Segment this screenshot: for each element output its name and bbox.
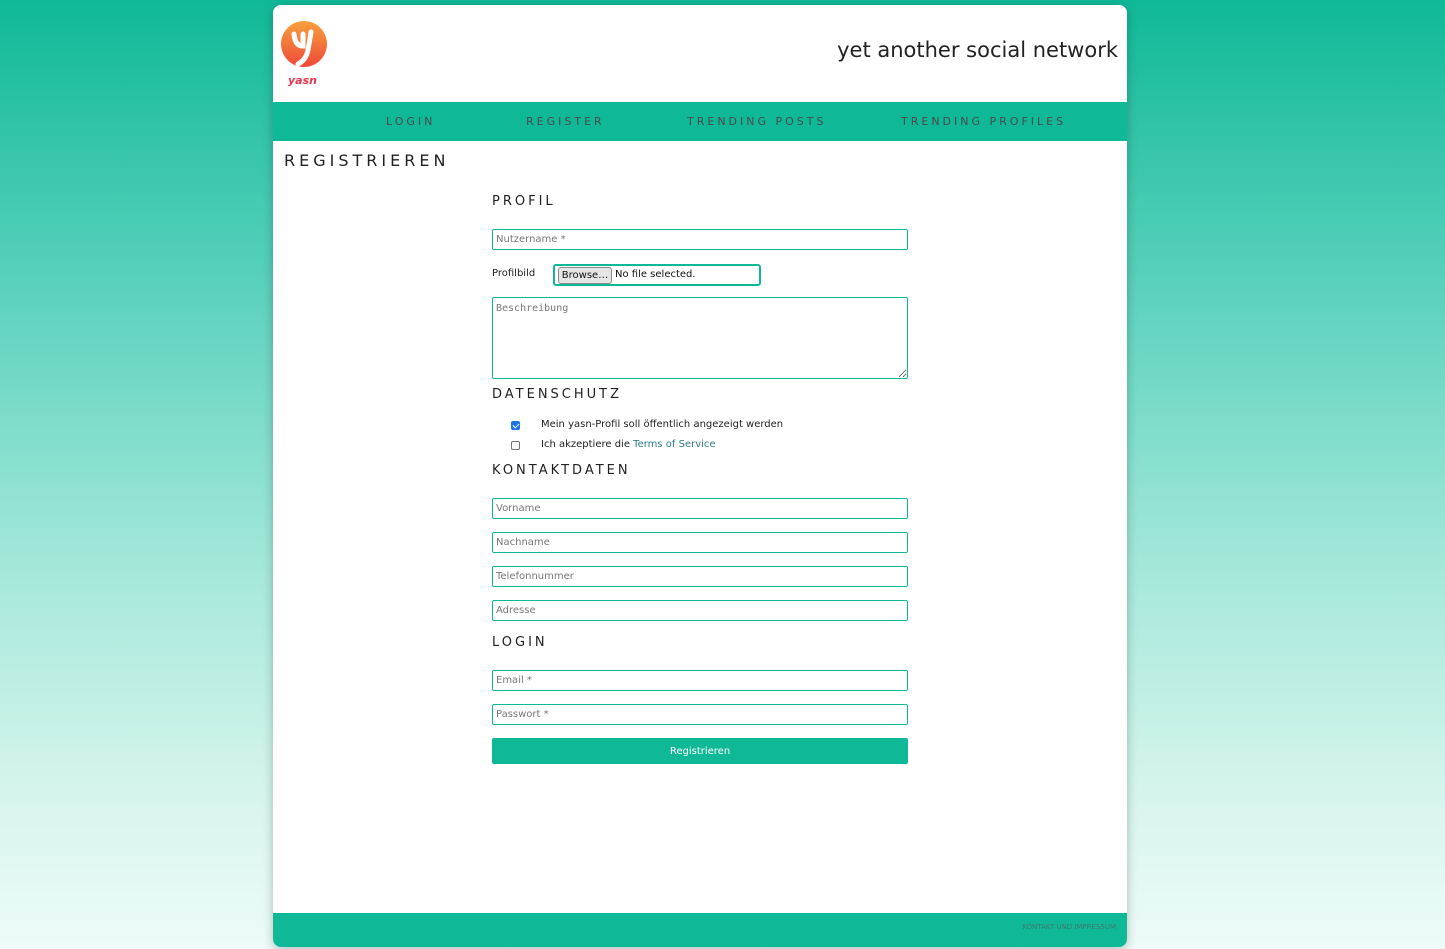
section-title-datenschutz: DATENSCHUTZ: [492, 387, 623, 402]
register-submit-button[interactable]: Registrieren: [492, 738, 908, 764]
email-input[interactable]: [492, 670, 908, 691]
public-profile-checkbox[interactable]: [511, 421, 520, 430]
public-profile-label: Mein yasn-Profil soll öffentlich angezei…: [541, 419, 784, 430]
footer: KONTAKT UND IMPRESSUM: [273, 913, 1127, 947]
logo-text: yasn: [288, 74, 317, 86]
main-nav: LOGIN REGISTER TRENDING POSTS TRENDING P…: [273, 102, 1127, 141]
yasn-logo[interactable]: yasn: [281, 20, 329, 86]
profile-image-label: Profilbild: [492, 268, 536, 279]
address-input[interactable]: [492, 600, 908, 621]
nav-trending-profiles[interactable]: TRENDING PROFILES: [901, 115, 1066, 128]
description-textarea[interactable]: [492, 297, 908, 379]
terms-of-service-link[interactable]: Terms of Service: [633, 439, 715, 450]
password-input[interactable]: [492, 704, 908, 725]
nav-login[interactable]: LOGIN: [386, 115, 435, 128]
terms-checkbox[interactable]: [511, 441, 520, 450]
profile-image-file-input[interactable]: Browse… No file selected.: [553, 264, 761, 286]
nav-register[interactable]: REGISTER: [526, 115, 605, 128]
file-status-text: No file selected.: [615, 269, 696, 280]
browse-button[interactable]: Browse…: [558, 267, 612, 284]
lastname-input[interactable]: [492, 532, 908, 553]
terms-label: Ich akzeptiere die Terms of Service: [541, 439, 716, 450]
section-title-kontaktdaten: KONTAKTDATEN: [492, 463, 631, 478]
header: yasn yet another social network: [273, 5, 1127, 102]
phone-input[interactable]: [492, 566, 908, 587]
site-title: yet another social network: [837, 38, 1118, 62]
page-title: REGISTRIEREN: [284, 151, 450, 170]
firstname-input[interactable]: [492, 498, 908, 519]
nav-trending-posts[interactable]: TRENDING POSTS: [687, 115, 826, 128]
section-title-profil: PROFIL: [492, 194, 556, 209]
footer-contact-link[interactable]: KONTAKT UND IMPRESSUM: [1022, 923, 1116, 931]
terms-prefix: Ich akzeptiere die: [541, 439, 630, 450]
page-container: yasn yet another social network LOGIN RE…: [273, 5, 1127, 947]
section-title-login: LOGIN: [492, 635, 548, 650]
username-input[interactable]: [492, 229, 908, 250]
